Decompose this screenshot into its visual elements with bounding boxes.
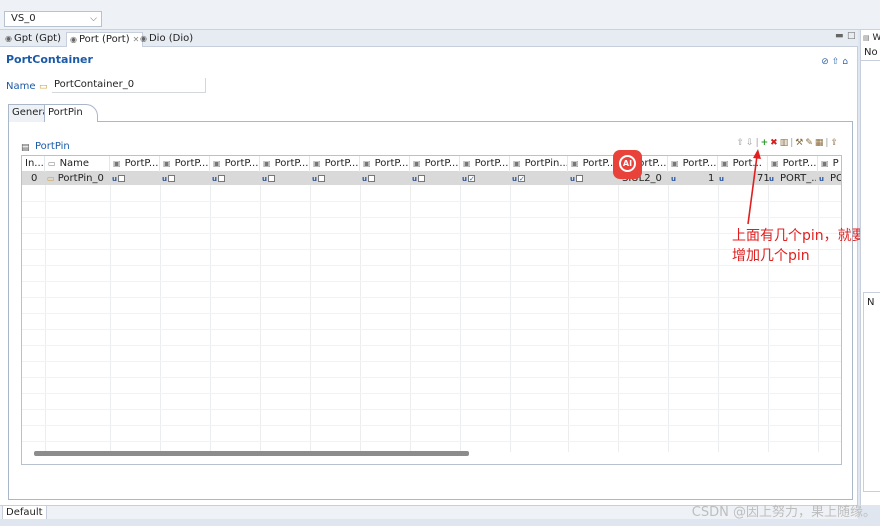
bottom-strip xyxy=(0,519,880,526)
annotation-text: 上面有几个pin，就要 增加几个pin xyxy=(732,228,866,264)
right-pane-tab[interactable]: ▤ W xyxy=(863,33,880,43)
right-pane-panel: N xyxy=(863,292,880,492)
view-icon: ▤ xyxy=(863,34,870,42)
right-pane-label: No xyxy=(864,47,878,58)
watermark: CSDN @因上努力，果上随缘。 xyxy=(691,505,876,520)
right-pane: ▤ W No N xyxy=(860,30,880,505)
tab-default[interactable]: Default xyxy=(2,506,47,520)
